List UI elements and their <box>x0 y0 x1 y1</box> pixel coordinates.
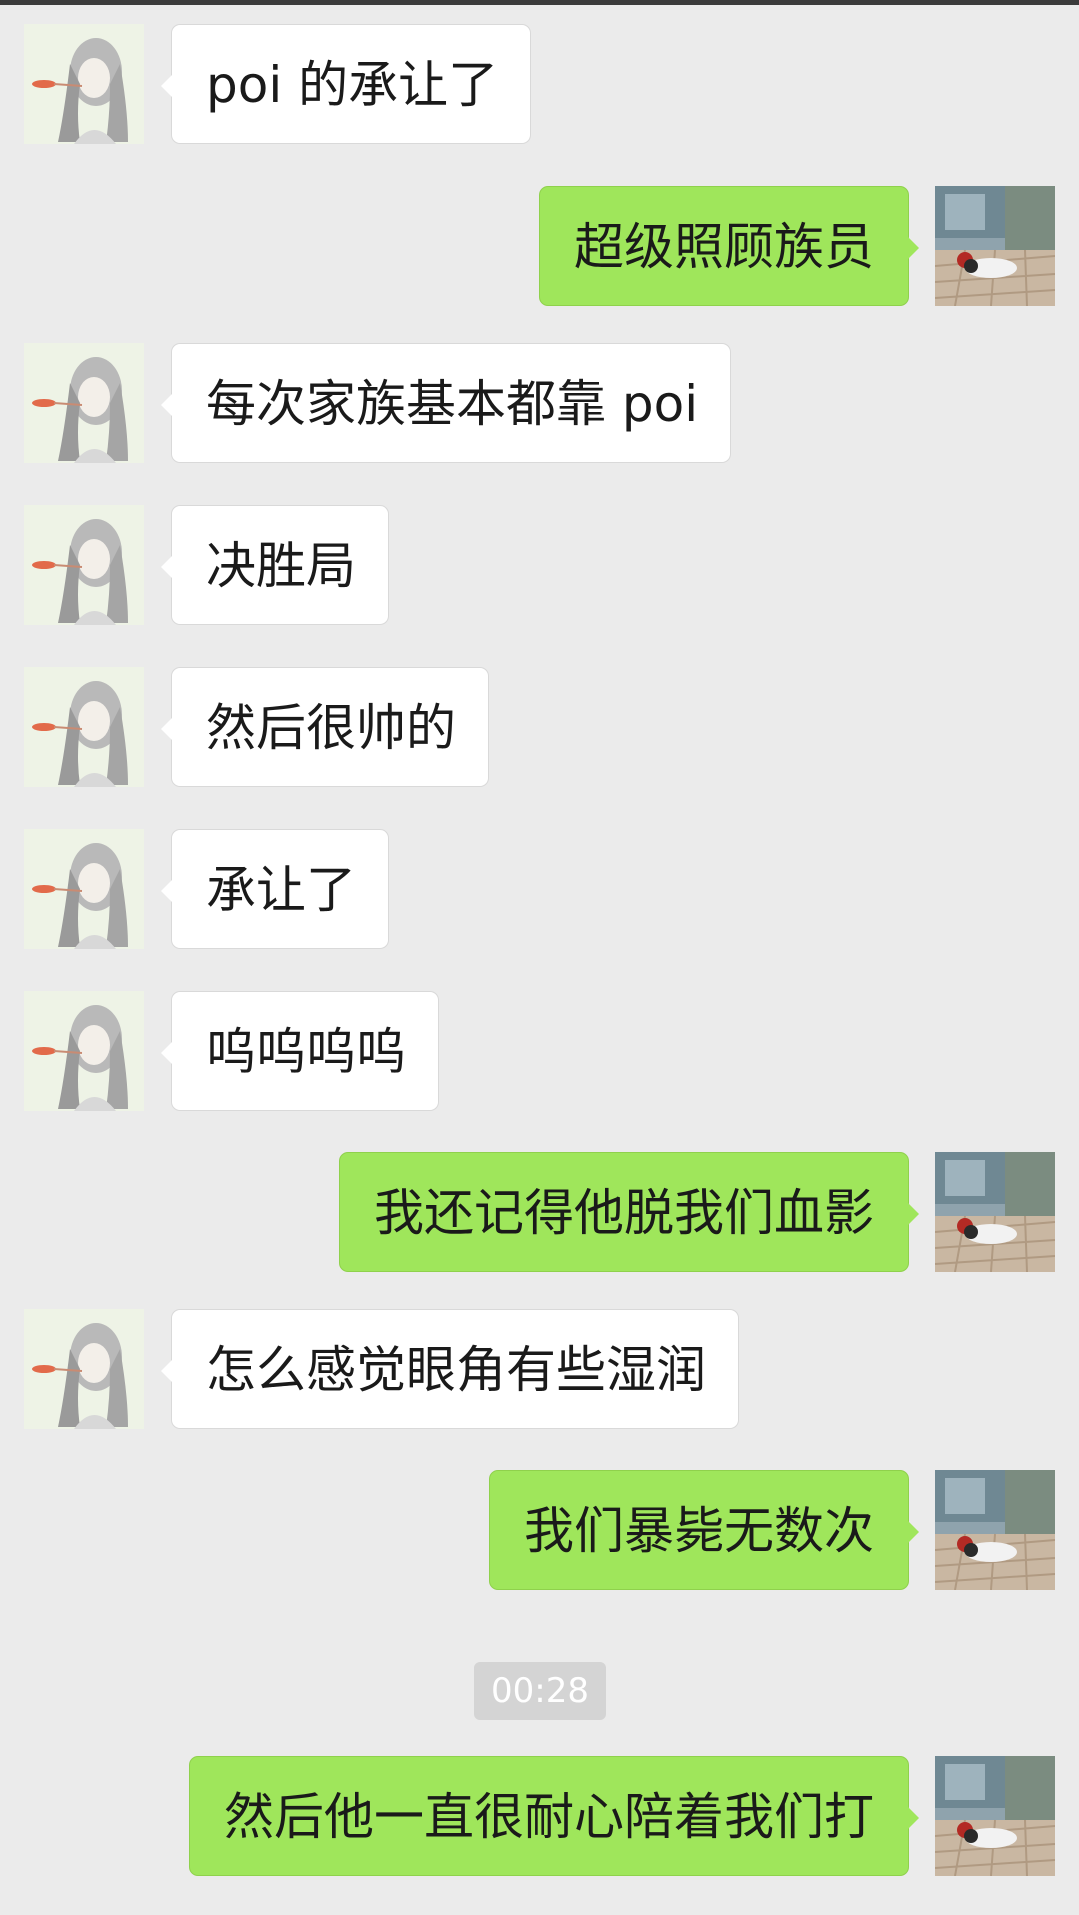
message-row: 怎么感觉眼角有些湿润 <box>0 1309 1079 1429</box>
outgoing-message[interactable]: 超级照顾族员 <box>539 186 919 306</box>
incoming-message[interactable]: 每次家族基本都靠 poi <box>160 343 732 463</box>
top-bar <box>0 0 1079 5</box>
contact-avatar[interactable] <box>24 24 144 144</box>
outgoing-message[interactable]: 然后他一直很耐心陪着我们打 <box>189 1756 919 1876</box>
message-row: 我们暴毙无数次 <box>0 1470 1079 1590</box>
contact-avatar[interactable] <box>24 991 144 1111</box>
incoming-message[interactable]: 呜呜呜呜 <box>161 991 439 1111</box>
outgoing-message[interactable]: 我们暴毙无数次 <box>489 1470 919 1590</box>
self-avatar[interactable] <box>935 1152 1055 1272</box>
message-row: 每次家族基本都靠 poi <box>0 343 1079 463</box>
message-row: 呜呜呜呜 <box>0 991 1079 1111</box>
incoming-message[interactable]: 怎么感觉眼角有些湿润 <box>161 1309 739 1429</box>
contact-avatar[interactable] <box>24 667 144 787</box>
incoming-message[interactable]: 决胜局 <box>161 505 389 625</box>
incoming-message[interactable]: poi 的承让了 <box>160 24 532 144</box>
outgoing-message[interactable]: 我还记得他脱我们血影 <box>339 1152 919 1272</box>
self-avatar[interactable] <box>935 1756 1055 1876</box>
incoming-message[interactable]: 承让了 <box>161 829 389 949</box>
contact-avatar[interactable] <box>24 1309 144 1429</box>
self-avatar[interactable] <box>935 186 1055 306</box>
message-row: 然后很帅的 <box>0 667 1079 787</box>
message-row: poi 的承让了 <box>0 24 1079 144</box>
message-row: 决胜局 <box>0 505 1079 625</box>
chat-screen: poi 的承让了 超级照顾族员 每次家族基本都靠 poi 决胜局 然后很帅的 承… <box>0 0 1079 1915</box>
message-row: 然后他一直很耐心陪着我们打 <box>0 1756 1079 1876</box>
self-avatar[interactable] <box>935 1470 1055 1590</box>
time-divider: 00:28 <box>474 1662 606 1720</box>
message-row: 超级照顾族员 <box>0 186 1079 306</box>
message-row: 我还记得他脱我们血影 <box>0 1152 1079 1272</box>
contact-avatar[interactable] <box>24 343 144 463</box>
message-row: 承让了 <box>0 829 1079 949</box>
contact-avatar[interactable] <box>24 829 144 949</box>
incoming-message[interactable]: 然后很帅的 <box>161 667 489 787</box>
contact-avatar[interactable] <box>24 505 144 625</box>
